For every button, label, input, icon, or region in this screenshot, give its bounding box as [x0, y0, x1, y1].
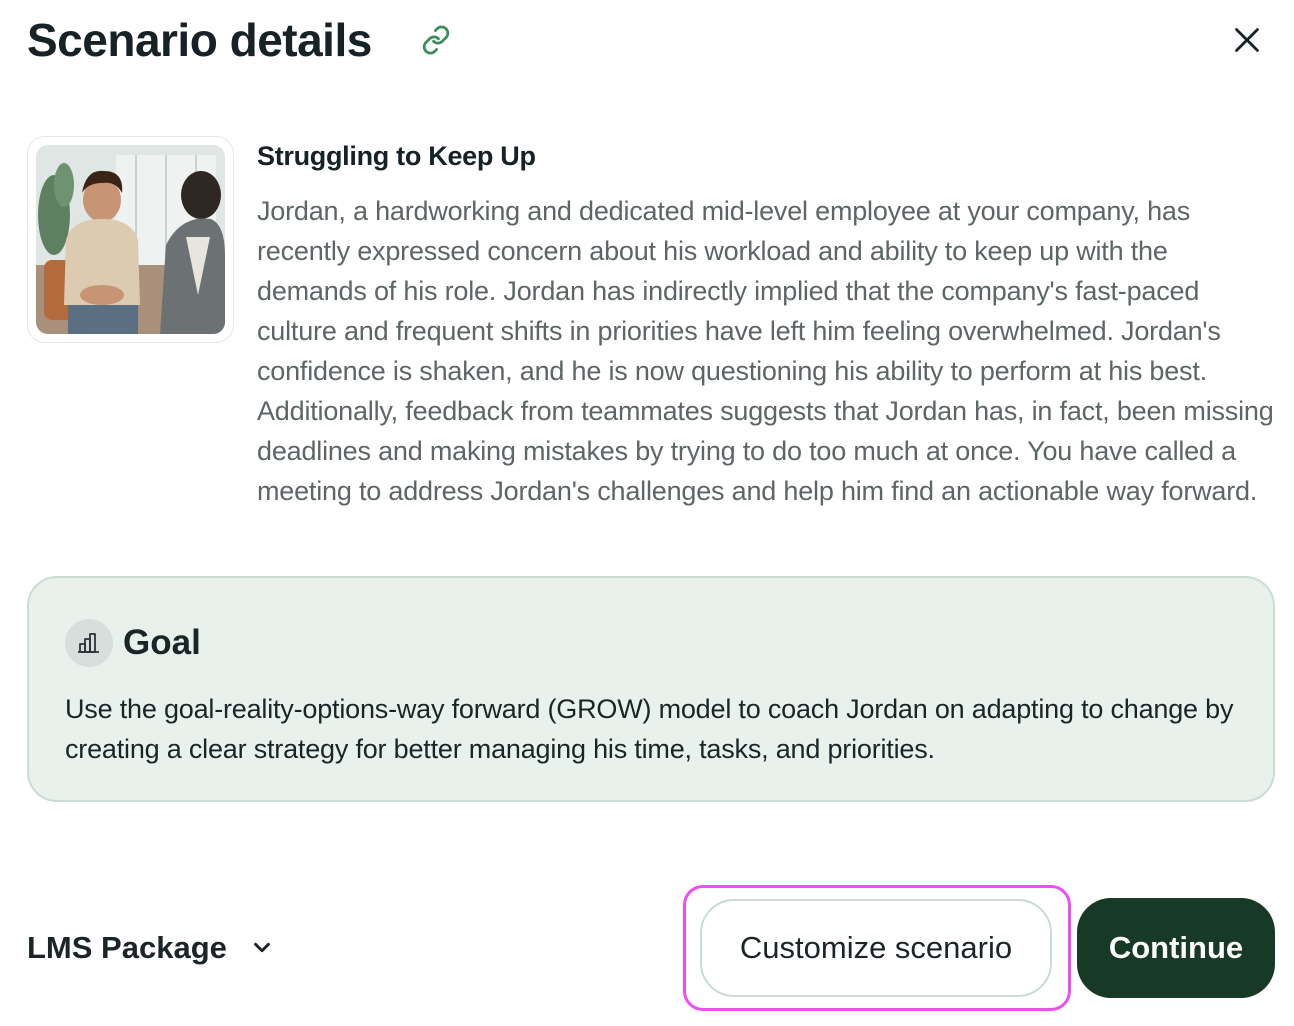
goal-card: Goal Use the goal-reality-options-way fo… [27, 576, 1275, 802]
dialog-header: Scenario details [27, 10, 1267, 70]
scenario-summary: Struggling to Keep Up Jordan, a hardwork… [27, 136, 1277, 511]
dialog-footer: LMS Package Customize scenario Continue [27, 885, 1275, 1011]
goal-text: Use the goal-reality-options-way forward… [65, 694, 1234, 764]
lms-package-dropdown[interactable]: LMS Package [27, 923, 275, 973]
link-icon[interactable] [420, 24, 452, 56]
scenario-description: Jordan, a hardworking and dedicated mid-… [257, 196, 1274, 506]
chevron-down-icon [249, 935, 275, 961]
scenario-title: Struggling to Keep Up [257, 141, 536, 171]
scenario-text: Struggling to Keep Up Jordan, a hardwork… [257, 136, 1277, 511]
page-title: Scenario details [27, 14, 372, 66]
lms-package-label: LMS Package [27, 930, 227, 965]
goal-header: Goal [65, 618, 1237, 668]
bar-chart-icon [65, 619, 113, 667]
scenario-illustration [36, 145, 225, 334]
close-icon[interactable] [1227, 20, 1267, 60]
goal-title: Goal [123, 623, 201, 662]
scenario-image [27, 136, 234, 343]
customize-scenario-button[interactable]: Customize scenario [700, 899, 1052, 997]
continue-button[interactable]: Continue [1077, 898, 1275, 998]
